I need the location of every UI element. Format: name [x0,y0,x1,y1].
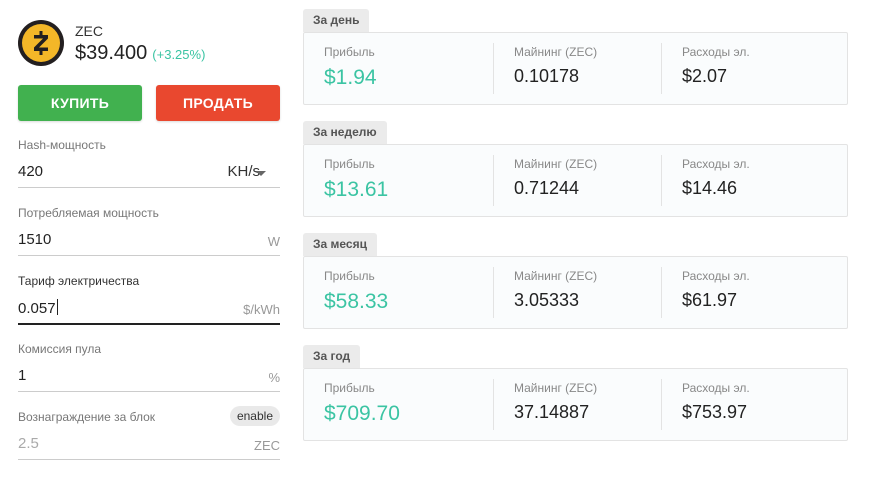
chevron-down-icon[interactable] [256,171,266,176]
block-reward-unit: ZEC [254,438,280,453]
sell-button[interactable]: ПРОДАТЬ [156,85,280,121]
period-tag: За месяц [303,233,377,256]
coin-price-change: (+3.25%) [152,46,206,62]
power-unit: W [267,234,280,249]
costs-value: $14.46 [682,178,738,198]
zcash-logo-icon [18,20,64,66]
costs-value: $61.97 [682,290,738,310]
period-card: Прибыль $709.70 Майнинг (ZEC) 37.14887 Р… [303,368,848,441]
block-reward-input[interactable]: 2.5 [18,435,39,452]
power-input[interactable]: 1510 [18,231,51,248]
profit-value: $13.61 [324,178,389,201]
costs-value: $2.07 [682,66,728,86]
mining-value: 0.10178 [514,66,580,86]
profit-value: $709.70 [324,402,400,425]
mining-value: 3.05333 [514,290,580,310]
coin-price: $39.400 [75,41,148,64]
period-week: За неделю Прибыль $13.61 Майнинг (ZEC) 0… [303,121,848,233]
coin-symbol: ZEC [75,22,103,39]
power-field: Потребляемая мощность 1510 W [18,206,280,274]
profit-value: $58.33 [324,290,389,313]
results-panel: За день Прибыль $1.94 Майнинг (ZEC) 0.10… [303,9,848,457]
hashrate-input[interactable]: 420 [18,163,43,180]
zcash-z-glyph [34,31,48,55]
tariff-field: Тариф электричества 0.057 $/kWh [18,274,280,342]
period-tag: За год [303,345,361,368]
pool-fee-field: Комиссия пула 1 % [18,342,280,410]
buy-button[interactable]: КУПИТЬ [18,85,142,121]
tariff-unit: $/kWh [243,302,280,317]
tariff-input[interactable]: 0.057 [18,299,58,317]
period-tag: За день [303,9,370,32]
period-month: За месяц Прибыль $58.33 Майнинг (ZEC) 3.… [303,233,848,345]
period-day: За день Прибыль $1.94 Майнинг (ZEC) 0.10… [303,9,848,121]
pool-fee-unit: % [268,370,280,385]
hashrate-field: Hash-мощность 420 KH/s [18,138,280,206]
calculator-panel: ZEC $39.400 (+3.25%) КУПИТЬ ПРОДАТЬ Hash… [18,18,280,478]
costs-value: $753.97 [682,402,748,422]
period-card: Прибыль $58.33 Майнинг (ZEC) 3.05333 Рас… [303,256,848,329]
profit-value: $1.94 [324,66,377,89]
mining-value: 37.14887 [514,402,590,422]
period-tag: За неделю [303,121,387,144]
text-cursor [56,299,58,315]
pool-fee-input[interactable]: 1 [18,367,26,384]
period-card: Прибыль $13.61 Майнинг (ZEC) 0.71244 Рас… [303,144,848,217]
coin-header: ZEC $39.400 (+3.25%) [18,18,280,68]
enable-toggle-badge[interactable]: enable [229,406,280,426]
period-card: Прибыль $1.94 Майнинг (ZEC) 0.10178 Расх… [303,32,848,105]
block-reward-field: Вознаграждение за блок enable 2.5 ZEC [18,406,280,478]
period-year: За год Прибыль $709.70 Майнинг (ZEC) 37.… [303,345,848,457]
mining-value: 0.71244 [514,178,580,198]
